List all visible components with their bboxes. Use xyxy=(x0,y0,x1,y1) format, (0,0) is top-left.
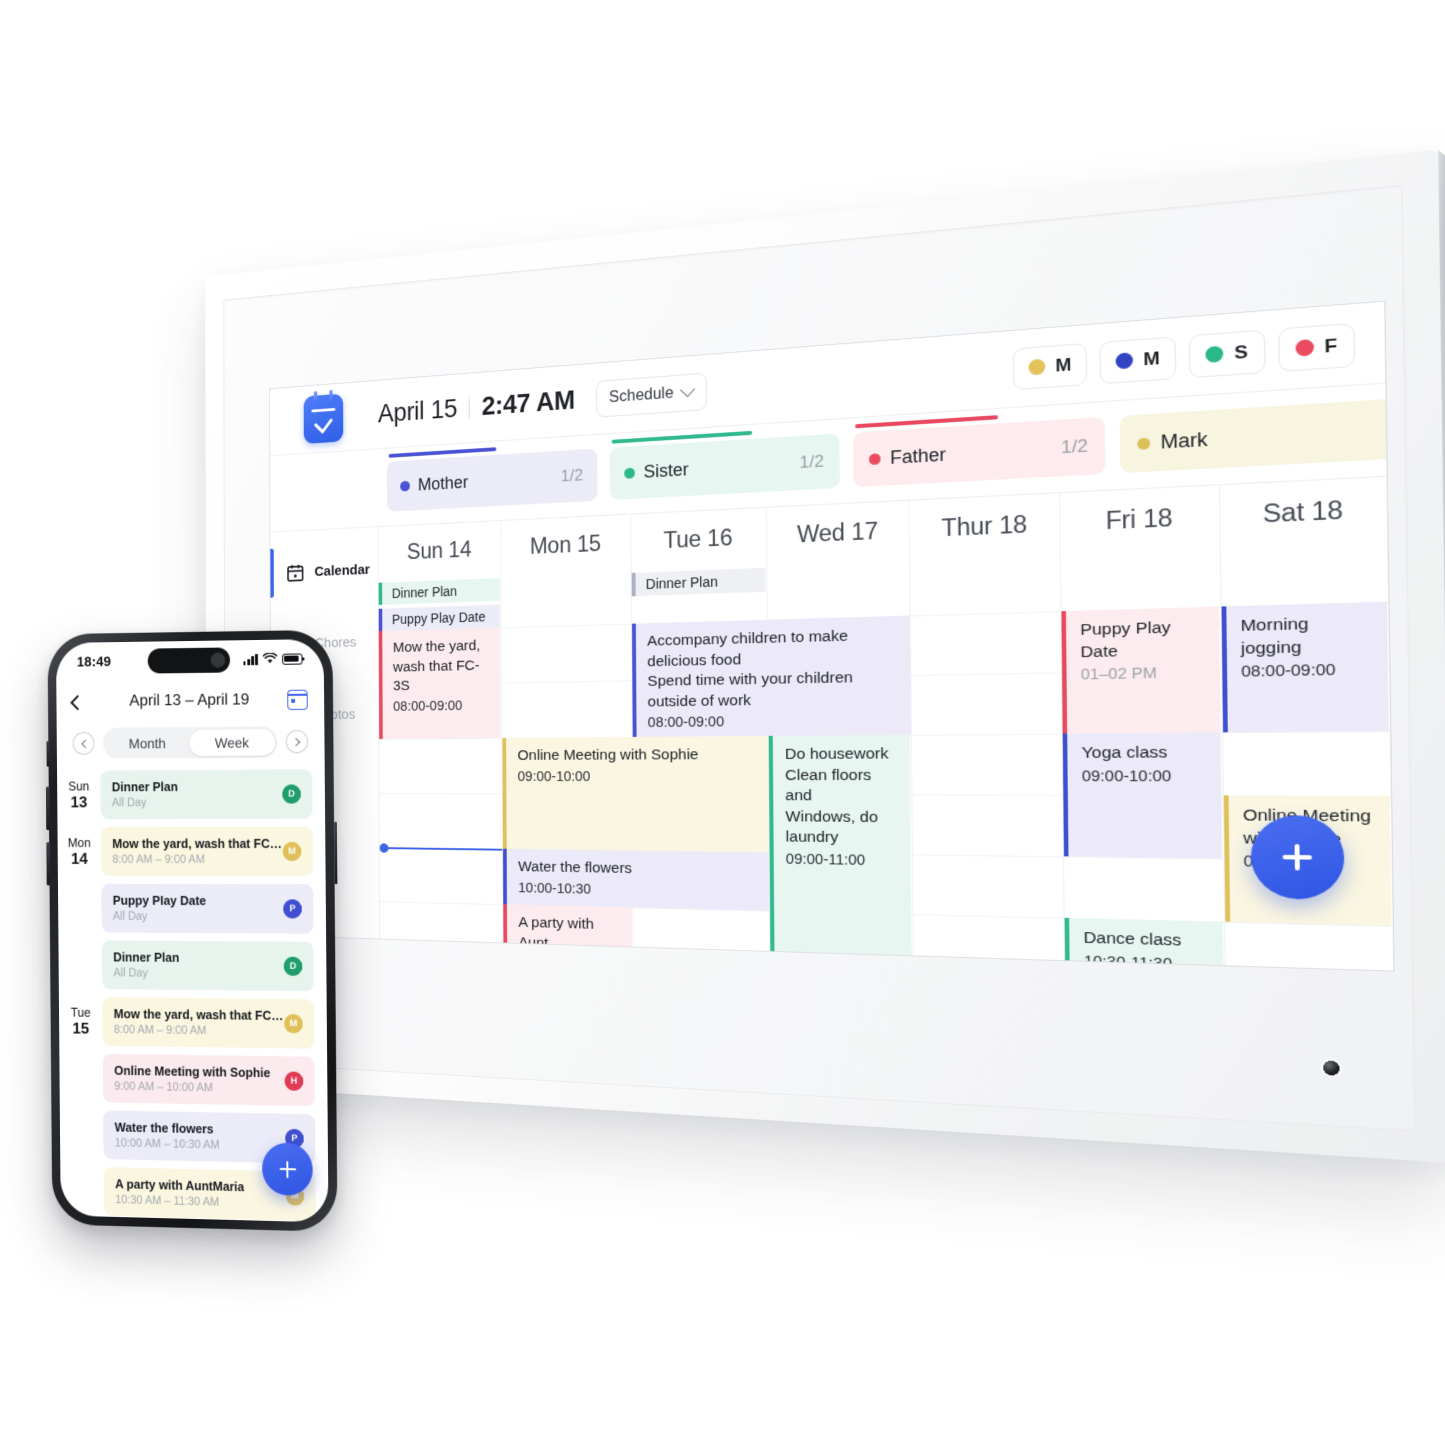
agenda-event-text: Dinner Plan All Day xyxy=(113,950,179,979)
agenda-daynum: 15 xyxy=(72,1020,90,1038)
agenda-event-title: Mow the yard, wash that FC–3S xyxy=(112,836,283,851)
agenda-event-time: 8:00 AM – 9:00 AM xyxy=(113,1024,207,1038)
agenda-event-item[interactable]: Mow the yard, wash that FC–3S 8:00 AM – 9… xyxy=(102,997,315,1049)
next-period-button[interactable] xyxy=(285,729,309,754)
agenda-event-title: Mow the yard, wash that FC–3S xyxy=(113,1007,285,1024)
agenda-event-text: Mow the yard, wash that FC–3S 8:00 AM – 9… xyxy=(112,837,283,866)
agenda-day-label: Tue 15 xyxy=(59,997,104,1223)
agenda-weekday: Tue xyxy=(70,1005,91,1020)
agenda-event-item[interactable]: Online Meeting with Sophie 9:00 AM – 10:0… xyxy=(102,1053,316,1107)
phone-mute-button[interactable] xyxy=(46,741,50,767)
phone-volume-down-button[interactable] xyxy=(46,842,51,886)
phone-power-button[interactable] xyxy=(333,821,338,885)
agenda-day-group: Mon 14 Mow the yard, wash that FC–3S 8:00 A… xyxy=(58,826,327,1000)
agenda-event-text: Water the flowers 10:00 AM – 10:30 AM xyxy=(115,1121,220,1152)
agenda-event-badge: M xyxy=(282,841,302,862)
phone-volume-up-button[interactable] xyxy=(45,786,50,831)
agenda-day-label: Sun 13 xyxy=(57,771,101,828)
status-indicators xyxy=(243,652,303,665)
agenda-event-title: Dinner Plan xyxy=(113,950,180,965)
agenda-events: Mow the yard, wash that FC–3S 8:00 AM – 9… xyxy=(102,997,316,1223)
agenda-event-text: A party with AuntMaria 10:30 AM – 11:30 A… xyxy=(115,1177,244,1209)
wifi-icon xyxy=(263,653,278,664)
agenda-event-time: All Day xyxy=(112,910,148,923)
agenda-event-badge: M xyxy=(284,1014,303,1034)
agenda-event-text: Puppy Play Date All Day xyxy=(113,894,207,923)
agenda-event-time: All Day xyxy=(113,967,148,980)
status-time: 18:49 xyxy=(76,653,112,670)
agenda-event-item[interactable]: A party with AuntMaria 10:30 AM – 11:30 A… xyxy=(103,1167,316,1222)
prev-period-button[interactable] xyxy=(72,731,95,755)
phone-view-switcher: Month Week xyxy=(57,722,325,771)
agenda-event-badge: H xyxy=(284,1071,304,1091)
agenda-weekday: Mon xyxy=(67,836,91,851)
agenda-event-text: Mow the yard, wash that FC–3S 8:00 AM – 9… xyxy=(114,1007,285,1038)
agenda-event-title: A party with AuntMaria xyxy=(115,1177,245,1195)
scene-root: April 15 2:47 AM Schedule MMSF Mother 1/2… xyxy=(0,0,1445,1445)
phone-agenda-list: Sun 13 Dinner Plan All Day D Mon 14 Mow the yar… xyxy=(57,769,329,1222)
phone-device: 18:49 April 13 – April 19 Month Week Sun… xyxy=(45,629,338,1232)
agenda-event-item[interactable]: Dinner Plan All Day D xyxy=(100,769,313,820)
agenda-event-title: Online Meeting with Sophie xyxy=(114,1063,271,1081)
agenda-event-time: All Day xyxy=(111,797,147,810)
agenda-events: Dinner Plan All Day D xyxy=(100,769,313,827)
phone-screen: 18:49 April 13 – April 19 Month Week Sun… xyxy=(55,639,329,1223)
agenda-daynum: 13 xyxy=(70,794,88,812)
agenda-event-text: Online Meeting with Sophie 9:00 AM – 10:0… xyxy=(114,1064,270,1096)
agenda-daynum: 14 xyxy=(70,850,88,868)
segment-option-week[interactable]: Week xyxy=(189,728,275,756)
agenda-event-title: Water the flowers xyxy=(114,1120,214,1137)
agenda-event-text: Dinner Plan All Day xyxy=(112,780,178,809)
dynamic-island xyxy=(147,647,231,674)
agenda-event-item[interactable]: Puppy Play Date All Day P xyxy=(101,883,314,934)
phone-nav-bar: April 13 – April 19 xyxy=(56,677,324,724)
agenda-event-time: 8:00 AM – 9:00 AM xyxy=(112,853,205,867)
phone-date-range-title: April 13 – April 19 xyxy=(129,691,250,710)
agenda-event-item[interactable]: Water the flowers 10:00 AM – 10:30 AM P xyxy=(103,1110,316,1164)
agenda-day-group: Sun 13 Dinner Plan All Day D xyxy=(57,769,325,827)
agenda-weekday: Sun xyxy=(68,779,90,794)
agenda-event-badge: P xyxy=(283,899,302,919)
cellular-icon xyxy=(243,653,258,665)
front-camera-icon xyxy=(210,652,226,668)
agenda-day-group: Tue 15 Mow the yard, wash that FC–3S 8:00 A… xyxy=(59,997,329,1223)
phone-status-bar: 18:49 xyxy=(56,639,324,681)
agenda-day-label: Mon 14 xyxy=(58,827,103,997)
agenda-event-badge: D xyxy=(282,784,301,804)
agenda-event-badge: M xyxy=(285,1186,305,1206)
month-week-segmented-control: Month Week xyxy=(102,726,278,759)
agenda-event-item[interactable]: Mow the yard, wash that FC–3S 8:00 AM – 9… xyxy=(100,826,314,877)
agenda-event-item[interactable]: Dinner Plan All Day D xyxy=(101,940,315,992)
agenda-events: Mow the yard, wash that FC–3S 8:00 AM – 9… xyxy=(100,826,315,999)
phone-scene: 18:49 April 13 – April 19 Month Week Sun… xyxy=(0,0,1445,1445)
agenda-event-time: 10:30 AM – 11:30 AM xyxy=(115,1194,220,1209)
agenda-event-time: 9:00 AM – 10:00 AM xyxy=(114,1080,214,1095)
agenda-event-title: Dinner Plan xyxy=(111,780,178,795)
